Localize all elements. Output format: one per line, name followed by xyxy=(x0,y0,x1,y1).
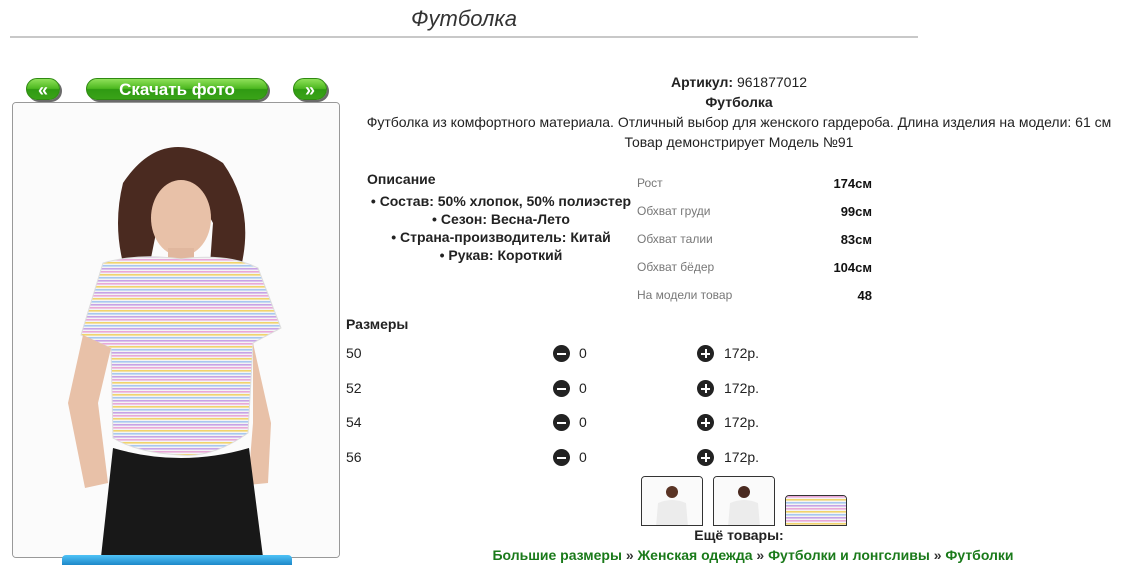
sizes-title: Размеры xyxy=(346,316,409,332)
breadcrumb: Большие размеры » Женская одежда » Футбо… xyxy=(345,547,1133,563)
thumbnail-3[interactable] xyxy=(785,495,847,526)
plus-circle-icon[interactable] xyxy=(697,414,714,431)
product-photo[interactable] xyxy=(12,102,340,558)
thumbnail-image xyxy=(714,477,774,525)
breadcrumb-link[interactable]: Футболки xyxy=(945,547,1013,563)
breadcrumb-separator: » xyxy=(933,547,942,563)
quantity-value: 0 xyxy=(579,380,587,396)
thumbnail-image xyxy=(786,496,846,525)
size-label: 52 xyxy=(346,380,362,396)
description-item: Рукав: Короткий xyxy=(355,246,647,264)
description-list: Состав: 50% хлопок, 50% полиэстер Сезон:… xyxy=(355,192,647,264)
product-description: Футболка из комфортного материала. Отлич… xyxy=(366,114,1112,130)
description-item: Страна-производитель: Китай xyxy=(355,228,647,246)
price-value: 172р. xyxy=(724,345,760,361)
price-value: 172р. xyxy=(724,414,760,430)
thumbnail-2[interactable] xyxy=(713,476,775,526)
param-label: Обхват бёдер xyxy=(637,260,715,274)
size-row: 56 0 172р. xyxy=(346,449,766,469)
param-label: Рост xyxy=(637,176,663,190)
param-row: Рост 174см xyxy=(637,176,872,204)
model-photo-illustration xyxy=(13,103,339,557)
article-label: Артикул: xyxy=(670,74,734,90)
param-value: 104см xyxy=(833,260,872,275)
article-value: 961877012 xyxy=(736,74,808,90)
download-photo-button[interactable]: Скачать фото xyxy=(86,78,268,100)
title-divider xyxy=(10,36,918,38)
size-label: 56 xyxy=(346,449,362,465)
breadcrumb-separator: » xyxy=(625,547,634,563)
description-item: Состав: 50% хлопок, 50% полиэстер xyxy=(355,192,647,210)
param-value: 83см xyxy=(840,232,872,247)
param-label: Обхват груди xyxy=(637,204,711,218)
plus-circle-icon[interactable] xyxy=(697,380,714,397)
breadcrumb-link[interactable]: Большие размеры xyxy=(492,547,622,563)
thumbnail-1[interactable] xyxy=(641,476,703,526)
param-value: 174см xyxy=(833,176,872,191)
quantity-value: 0 xyxy=(579,449,587,465)
model-note: Товар демонстрирует Модель №91 xyxy=(624,134,854,150)
param-value: 48 xyxy=(857,288,872,303)
minus-circle-icon[interactable] xyxy=(553,380,570,397)
thumbnail-image xyxy=(642,477,702,525)
param-row: Обхват талии 83см xyxy=(637,232,872,260)
minus-circle-icon[interactable] xyxy=(553,414,570,431)
param-label: На модели товар xyxy=(637,288,733,302)
size-row: 50 0 172р. xyxy=(346,345,766,365)
size-label: 50 xyxy=(346,345,362,361)
param-row: Обхват бёдер 104см xyxy=(637,260,872,288)
product-name: Футболка xyxy=(705,94,773,110)
param-row: На модели товар 48 xyxy=(637,288,872,316)
price-value: 172р. xyxy=(724,380,760,396)
breadcrumb-separator: » xyxy=(756,547,765,563)
model-params-table: Рост 174см Обхват груди 99см Обхват тали… xyxy=(637,176,872,316)
plus-circle-icon[interactable] xyxy=(697,449,714,466)
price-value: 172р. xyxy=(724,449,760,465)
size-label: 54 xyxy=(346,414,362,430)
description-item: Сезон: Весна-Лето xyxy=(355,210,647,228)
quantity-value: 0 xyxy=(579,414,587,430)
prev-photo-button[interactable]: « xyxy=(26,78,60,100)
minus-circle-icon[interactable] xyxy=(553,345,570,362)
page-title: Футболка xyxy=(411,6,517,31)
param-value: 99см xyxy=(840,204,872,219)
quantity-value: 0 xyxy=(579,345,587,361)
photo-scrollbar[interactable] xyxy=(62,555,292,565)
plus-circle-icon[interactable] xyxy=(697,345,714,362)
size-row: 54 0 172р. xyxy=(346,414,766,434)
description-title: Описание xyxy=(367,171,436,187)
more-products-title: Ещё товары: xyxy=(694,527,784,543)
param-label: Обхват талии xyxy=(637,232,713,246)
size-row: 52 0 172р. xyxy=(346,380,766,400)
minus-circle-icon[interactable] xyxy=(553,449,570,466)
param-row: Обхват груди 99см xyxy=(637,204,872,232)
product-info: Артикул: 961877012 Футболка Футболка из … xyxy=(345,72,1133,152)
next-photo-button[interactable]: » xyxy=(293,78,327,100)
breadcrumb-link[interactable]: Футболки и лонгсливы xyxy=(768,547,930,563)
breadcrumb-link[interactable]: Женская одежда xyxy=(638,547,753,563)
